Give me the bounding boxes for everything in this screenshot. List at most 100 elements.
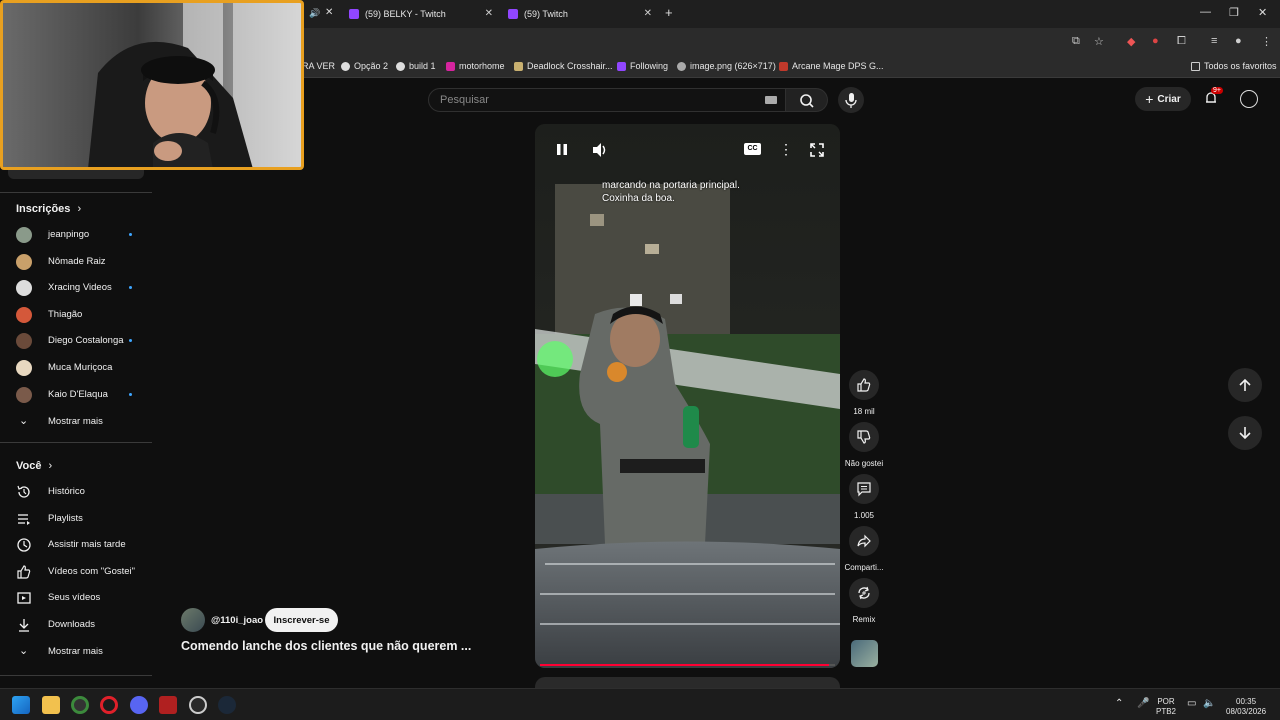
new-tab-button[interactable]: + (665, 5, 673, 20)
sidebar-subscription-item[interactable]: Thiagão (0, 302, 152, 328)
sidebar-item-watch-later[interactable]: Assistir mais tarde (0, 532, 152, 558)
thumbs-up-icon (857, 378, 871, 392)
sidebar-item-your-videos[interactable]: Seus vídeos (0, 585, 152, 611)
sidebar-subscription-item[interactable]: Diego Costalonga (0, 328, 152, 354)
like-button[interactable]: 18 mil (848, 370, 880, 416)
clock-date: 08/03/2026 (1226, 707, 1267, 716)
notifications-button[interactable]: 9+ (1203, 87, 1223, 106)
close-tab-icon[interactable]: ✕ (644, 8, 652, 19)
microphone-tray-icon[interactable]: 🎤 (1137, 699, 1149, 709)
extension-badge-icon[interactable]: ● (1152, 35, 1159, 47)
subscriptions-heading[interactable]: Inscrições › (16, 203, 81, 215)
chrome-icon[interactable] (71, 696, 89, 714)
windows-start-icon[interactable] (12, 696, 30, 714)
sidebar-item-history[interactable]: Histórico (0, 479, 152, 505)
subscribe-button[interactable]: Inscrever-se (265, 608, 338, 632)
account-avatar[interactable] (1240, 90, 1258, 108)
language-indicator[interactable]: POR PTB2 (1156, 697, 1176, 717)
captions-icon[interactable]: CC (744, 143, 761, 155)
shorts-video-player[interactable] (535, 124, 840, 668)
sound-source-thumbnail[interactable] (851, 640, 878, 667)
search-button[interactable] (786, 88, 828, 112)
bookmark-star-icon[interactable]: ☆ (1094, 35, 1104, 48)
close-window-icon[interactable]: ✕ (1258, 6, 1267, 19)
previous-video-button[interactable] (1228, 368, 1262, 402)
next-video-button[interactable] (1228, 416, 1262, 450)
channel-name[interactable]: @110i_joao (211, 615, 263, 626)
channel-avatar-icon (16, 360, 32, 376)
opera-icon[interactable] (100, 696, 118, 714)
extension-fox-icon[interactable]: ◆ (1127, 35, 1135, 48)
profile-icon[interactable]: ● (1235, 35, 1242, 47)
clock[interactable]: 00:35 08/03/2026 (1226, 697, 1266, 717)
minimize-icon[interactable]: — (1200, 6, 1211, 18)
pause-button[interactable] (554, 141, 570, 164)
file-explorer-icon[interactable] (42, 696, 60, 714)
tab-twitch[interactable]: (59) Twitch ✕ (508, 4, 652, 24)
channel-avatar[interactable] (181, 608, 205, 632)
sidebar-item-playlists[interactable]: Playlists (0, 506, 152, 532)
tab-belky-twitch[interactable]: (59) BELKY - Twitch ✕ (349, 4, 493, 24)
remix-button[interactable]: Remix (848, 578, 880, 624)
sidebar-subscription-item[interactable]: Xracing Videos (0, 275, 152, 301)
cast-icon[interactable]: ⧉ (1072, 35, 1080, 48)
you-heading[interactable]: Você › (16, 460, 52, 472)
extensions-icon[interactable]: ⧠ (1177, 35, 1186, 48)
bookmark-item[interactable]: RA VER (302, 61, 335, 71)
subscriptions-show-more[interactable]: ⌄ Mostrar mais (0, 409, 152, 435)
sidebar-selected-item[interactable] (8, 170, 144, 179)
download-icon (19, 619, 29, 632)
obs-icon[interactable] (189, 696, 207, 714)
sidebar-item-like[interactable]: Vídeos com "Gostei" (0, 559, 152, 585)
comments-button[interactable]: 1.005 (848, 474, 880, 520)
bookmark-item[interactable]: build 1 (396, 61, 436, 71)
bookmark-item[interactable]: Opção 2 (341, 61, 388, 71)
volume-button[interactable] (590, 141, 608, 164)
close-tab-icon[interactable]: ✕ (485, 8, 493, 19)
sidebar-item-download[interactable]: Downloads (0, 612, 152, 638)
all-bookmarks-folder[interactable]: Todos os favoritos (1191, 61, 1277, 71)
video-progress-track[interactable] (540, 664, 835, 666)
sidebar-subscription-item[interactable]: Muca Muriçoca (0, 355, 152, 381)
steam-icon[interactable] (218, 696, 236, 714)
subscriptions-title: Inscrições (16, 203, 71, 215)
dislike-button[interactable]: Não gostei (845, 422, 883, 468)
app-icon[interactable] (159, 696, 177, 714)
network-icon[interactable]: ▭ (1187, 699, 1196, 709)
bookmark-item[interactable]: motorhome (446, 61, 505, 71)
browser-menu-icon[interactable]: ⋮ (1261, 35, 1272, 48)
bookmark-item[interactable]: Arcane Mage DPS G... (779, 61, 884, 71)
search-input[interactable]: Pesquisar (428, 88, 786, 112)
speaker-icon[interactable]: 🔈 (1203, 699, 1215, 709)
restore-icon[interactable]: ❐ (1229, 6, 1239, 19)
create-button[interactable]: + Criar (1135, 87, 1191, 111)
remix-icon (858, 586, 870, 600)
new-content-dot (129, 392, 132, 396)
bookmark-item[interactable]: image.png (626×717) (677, 61, 776, 71)
sidebar-subscription-item[interactable]: jeanpingo (0, 222, 152, 248)
keyboard-icon[interactable] (765, 96, 777, 104)
folder-icon (1191, 61, 1200, 71)
sidebar-subscription-item[interactable]: Nômade Raiz (0, 249, 152, 275)
bookmark-label: RA VER (302, 61, 336, 71)
subscription-label: Kaio D'Elaqua (48, 388, 108, 400)
playlists-icon (18, 513, 30, 525)
video-title[interactable]: Comendo lanche dos clientes que não quer… (181, 639, 471, 653)
close-tab-icon[interactable]: ✕ (325, 7, 333, 18)
sidebar-subscription-item[interactable]: Kaio D'Elaqua (0, 382, 152, 408)
search-icon (800, 94, 814, 108)
voice-search-button[interactable] (838, 87, 864, 113)
share-button[interactable]: Comparti... (844, 526, 884, 572)
fullscreen-button[interactable] (808, 141, 826, 164)
discord-icon[interactable] (130, 696, 148, 714)
bookmark-item[interactable]: Deadlock Crosshair... (514, 61, 613, 71)
sidebar-divider (0, 675, 152, 676)
tray-chevron-up-icon[interactable]: ⌃ (1115, 699, 1123, 709)
next-video-peek[interactable] (535, 677, 840, 688)
audio-playing-icon[interactable]: 🔊 (309, 8, 320, 19)
bookmark-item[interactable]: Following (617, 61, 668, 71)
media-control-icon[interactable]: ≡ (1211, 35, 1217, 47)
you-show-more[interactable]: ⌄ Mostrar mais (0, 639, 152, 665)
sidebar-item-label: Vídeos com "Gostei" (48, 565, 136, 577)
more-options-icon[interactable]: ⋮ (779, 141, 793, 158)
